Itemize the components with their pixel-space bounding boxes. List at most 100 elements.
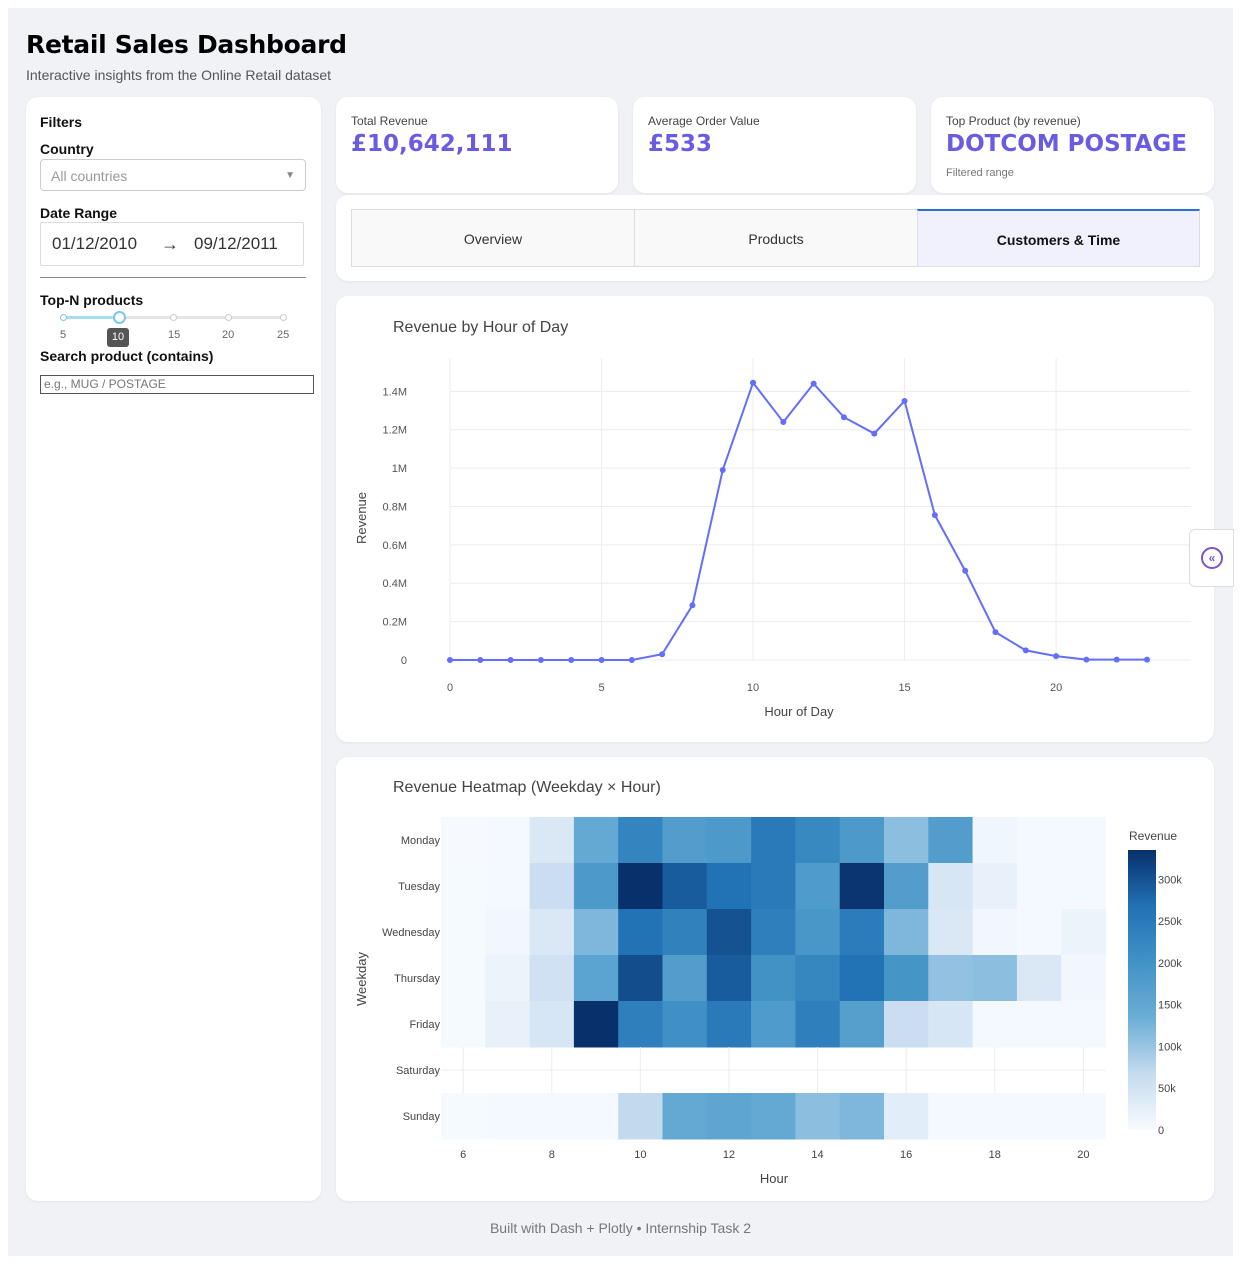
heatmap-cell bbox=[928, 909, 974, 956]
tabs-panel: Overview Products Customers & Time bbox=[336, 195, 1214, 281]
heatmap-cell bbox=[839, 909, 885, 956]
heatmap-cell bbox=[662, 863, 708, 910]
heatmap-cell bbox=[1016, 817, 1062, 864]
x-tick-label: 14 bbox=[811, 1149, 823, 1161]
date-start-input[interactable]: 01/12/2010 bbox=[52, 234, 137, 254]
x-tick-label: 18 bbox=[989, 1149, 1001, 1161]
kpi-label: Total Revenue bbox=[351, 114, 428, 128]
data-point bbox=[962, 567, 969, 574]
kpi-top-product: Top Product (by revenue) DOTCOM POSTAGE … bbox=[931, 97, 1214, 193]
heatmap-cell bbox=[751, 817, 796, 864]
kpi-label: Top Product (by revenue) bbox=[946, 114, 1081, 128]
heatmap-cell bbox=[662, 817, 708, 864]
heatmap-cell bbox=[839, 1001, 885, 1048]
footer: Built with Dash + Plotly • Internship Ta… bbox=[489, 1220, 752, 1236]
kpi-value: £533 bbox=[648, 131, 713, 157]
topn-slider-handle[interactable] bbox=[113, 311, 126, 324]
tab-products[interactable]: Products bbox=[634, 209, 918, 267]
date-range-picker[interactable]: 01/12/2010 → 09/12/2011 bbox=[40, 222, 304, 266]
heatmap-cell bbox=[1061, 909, 1106, 956]
heatmap-cell bbox=[972, 1093, 1018, 1140]
x-tick-label: 10 bbox=[634, 1149, 646, 1161]
heatmap-cell bbox=[485, 863, 531, 910]
heatmap-cell bbox=[1061, 1093, 1106, 1140]
heatmap-cell bbox=[839, 1093, 885, 1140]
heatmap-cell bbox=[529, 863, 575, 910]
heatmap-cell bbox=[529, 909, 575, 956]
heatmap-cell bbox=[529, 955, 575, 1002]
kpi-value: £10,642,111 bbox=[351, 131, 513, 157]
y-tick-label: 0.2M bbox=[383, 617, 407, 629]
heatmap-cell bbox=[1016, 955, 1062, 1002]
colorbar-tick-label: 150k bbox=[1158, 1000, 1182, 1012]
heatmap-cell bbox=[441, 955, 486, 1002]
series-line bbox=[450, 380, 1147, 661]
heatmap-cell bbox=[972, 909, 1018, 956]
heatmap-cell bbox=[839, 955, 885, 1002]
country-dropdown[interactable]: All countries ▼ bbox=[40, 159, 306, 191]
x-tick-label: 10 bbox=[747, 682, 759, 694]
topn-slider-fill bbox=[64, 316, 120, 319]
data-point bbox=[810, 380, 817, 387]
sidebar-toggle-button[interactable]: « bbox=[1189, 529, 1234, 587]
data-point bbox=[840, 414, 847, 421]
y-tick-label: Tuesday bbox=[398, 881, 440, 893]
search-label: Search product (contains) bbox=[40, 348, 214, 364]
data-point bbox=[447, 657, 453, 663]
chevron-down-icon[interactable]: ▼ bbox=[285, 170, 295, 181]
data-point bbox=[598, 657, 605, 663]
y-tick-label: 1.2M bbox=[383, 425, 407, 437]
data-point bbox=[931, 512, 938, 519]
date-end-input[interactable]: 09/12/2011 bbox=[194, 234, 278, 254]
heatmap-cell bbox=[573, 1093, 619, 1140]
x-tick-label: 16 bbox=[900, 1149, 912, 1161]
revenue-heatmap-chart[interactable]: Monday Tuesday Wednesday Thursday Friday Satu… bbox=[336, 757, 1214, 1201]
heatmap-cell bbox=[706, 817, 752, 864]
heatmap-cell bbox=[485, 955, 531, 1002]
slider-tick bbox=[280, 314, 287, 321]
data-point bbox=[568, 657, 575, 663]
data-point bbox=[1113, 656, 1120, 663]
collapse-left-icon[interactable]: « bbox=[1201, 547, 1223, 569]
y-tick-label: Friday bbox=[409, 1019, 440, 1031]
country-placeholder: All countries bbox=[51, 168, 128, 184]
revenue-by-hour-chart[interactable]: 0 0.2M 0.4M 0.6M 0.8M 1M 1.2M 1.4M 0 5 10 15 20 Hour … bbox=[336, 296, 1214, 742]
y-tick-label: 1M bbox=[392, 463, 407, 475]
slider-tick bbox=[170, 314, 177, 321]
heatmap-cell bbox=[795, 1093, 841, 1140]
data-point bbox=[689, 602, 696, 609]
search-input[interactable]: e.g., MUG / POSTAGE bbox=[40, 375, 314, 394]
kpi-average-order-value: Average Order Value £533 bbox=[633, 97, 916, 193]
heatmap-cell bbox=[928, 1093, 974, 1140]
heatmap-cell bbox=[441, 909, 486, 956]
heatmap-cell bbox=[972, 1001, 1018, 1048]
x-tick-label: 20 bbox=[1077, 1149, 1089, 1161]
heatmap-cell bbox=[529, 817, 575, 864]
y-tick-label: Wednesday bbox=[382, 927, 440, 939]
x-tick-label: 20 bbox=[1050, 682, 1062, 694]
revenue-by-hour-card: Revenue by Hour of Day 0 0.2M 0.4M 0.6M 0.8M… bbox=[336, 296, 1214, 742]
heatmap-cell bbox=[573, 955, 619, 1002]
heatmap-cell bbox=[618, 817, 663, 864]
data-point bbox=[871, 430, 878, 437]
page-subtitle: Interactive insights from the Online Ret… bbox=[26, 67, 332, 83]
heatmap-cell bbox=[706, 955, 752, 1002]
data-point bbox=[1083, 656, 1090, 663]
data-point bbox=[537, 657, 544, 663]
heatmap-cell bbox=[529, 1001, 575, 1048]
heatmap-cell bbox=[485, 1093, 531, 1140]
heatmap-cell bbox=[1061, 817, 1106, 864]
kpi-label: Average Order Value bbox=[648, 114, 760, 128]
heatmap-cell bbox=[529, 1093, 575, 1140]
page: Retail Sales Dashboard Interactive insig… bbox=[8, 8, 1233, 1256]
heatmap-cell bbox=[441, 863, 486, 910]
y-tick-label: Sunday bbox=[403, 1111, 441, 1123]
heatmap-cell bbox=[618, 1093, 663, 1140]
slider-tick-label: 15 bbox=[168, 329, 181, 341]
tab-overview[interactable]: Overview bbox=[351, 209, 635, 267]
heatmap-cell bbox=[884, 1093, 929, 1140]
heatmap-cell bbox=[751, 1093, 796, 1140]
data-point bbox=[477, 657, 484, 663]
heatmap-cell bbox=[795, 909, 841, 956]
tab-customers-time[interactable]: Customers & Time bbox=[917, 209, 1200, 267]
